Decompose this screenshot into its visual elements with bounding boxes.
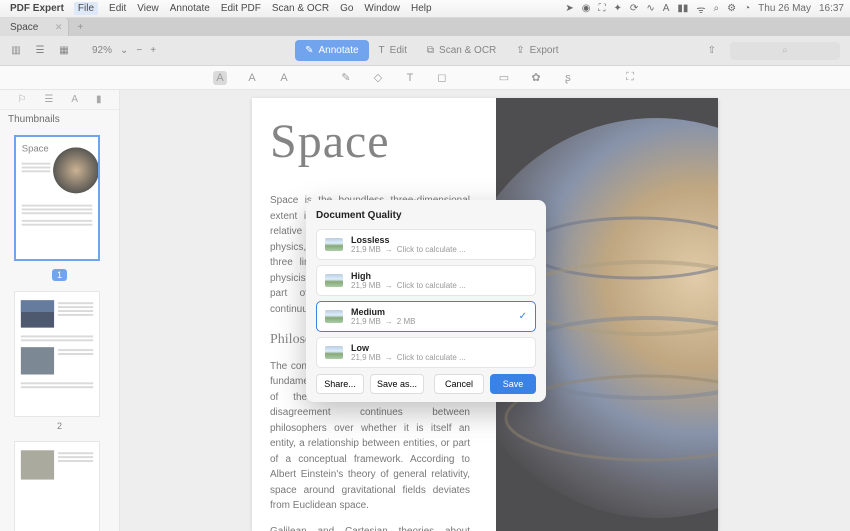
option-name: Lossless bbox=[351, 235, 466, 245]
document-quality-dialog: Document Quality Lossless 21,9 MB → Click … bbox=[306, 200, 546, 402]
thumb-icon bbox=[325, 238, 343, 251]
quality-option-high[interactable]: High 21,9 MB → Click to calculate ... bbox=[316, 265, 536, 296]
option-size: 21,9 MB bbox=[351, 317, 381, 326]
option-result: Click to calculate ... bbox=[397, 353, 466, 362]
cancel-button[interactable]: Cancel bbox=[434, 374, 484, 394]
option-name: High bbox=[351, 271, 466, 281]
thumb-icon bbox=[325, 346, 343, 359]
option-result: Click to calculate ... bbox=[397, 281, 466, 290]
save-as-button[interactable]: Save as... bbox=[370, 374, 424, 394]
option-name: Medium bbox=[351, 307, 415, 317]
arrow-icon: → bbox=[385, 245, 393, 254]
quality-option-lossless[interactable]: Lossless 21,9 MB → Click to calculate ... bbox=[316, 229, 536, 260]
option-result: Click to calculate ... bbox=[397, 245, 466, 254]
quality-option-low[interactable]: Low 21,9 MB → Click to calculate ... bbox=[316, 337, 536, 368]
quality-option-medium[interactable]: Medium 21,9 MB → 2 MB ✓ bbox=[316, 301, 536, 332]
arrow-icon: → bbox=[385, 281, 393, 290]
option-size: 21,9 MB bbox=[351, 353, 381, 362]
thumb-icon bbox=[325, 310, 343, 323]
option-name: Low bbox=[351, 343, 466, 353]
save-button[interactable]: Save bbox=[490, 374, 536, 394]
arrow-icon: → bbox=[385, 353, 393, 362]
thumb-icon bbox=[325, 274, 343, 287]
dialog-title: Document Quality bbox=[316, 210, 536, 221]
option-result: 2 MB bbox=[397, 317, 416, 326]
check-icon: ✓ bbox=[519, 311, 527, 322]
option-size: 21,9 MB bbox=[351, 245, 381, 254]
arrow-icon: → bbox=[385, 317, 393, 326]
share-button[interactable]: Share... bbox=[316, 374, 364, 394]
option-size: 21,9 MB bbox=[351, 281, 381, 290]
